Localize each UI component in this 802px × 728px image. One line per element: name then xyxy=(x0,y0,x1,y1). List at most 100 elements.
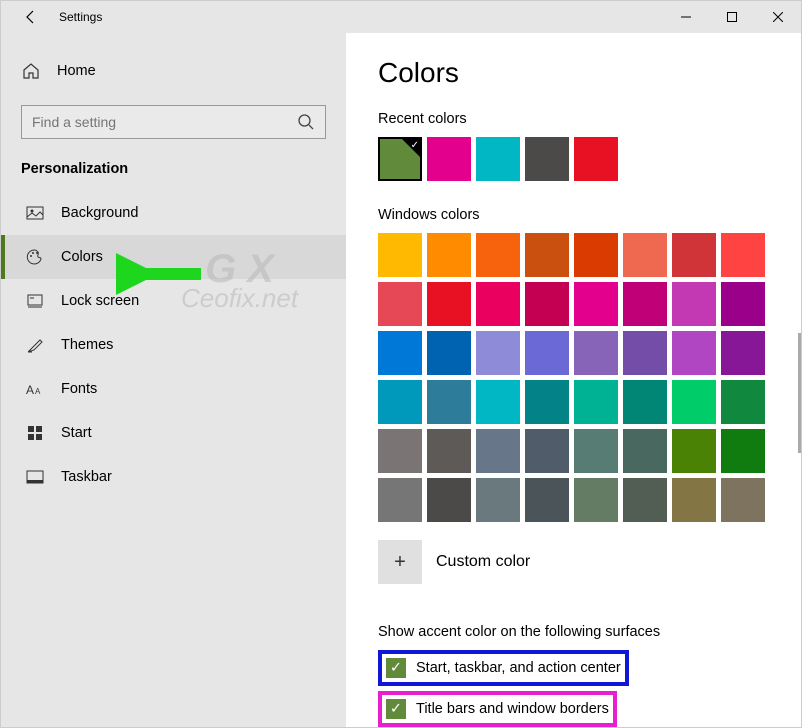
sidebar: Home Personalization Background Colors Loc… xyxy=(1,33,346,727)
color-swatch[interactable] xyxy=(525,478,569,522)
arrow-left-icon xyxy=(23,9,39,25)
sidebar-item-label: Colors xyxy=(61,249,103,265)
recent-color-swatch[interactable] xyxy=(476,137,520,181)
sidebar-item-label: Lock screen xyxy=(61,293,139,309)
search-box[interactable] xyxy=(21,105,326,139)
checkbox-icon: ✓ xyxy=(386,699,406,719)
sidebar-item-label: Background xyxy=(61,205,138,221)
svg-text:A: A xyxy=(35,387,41,396)
color-swatch[interactable] xyxy=(525,282,569,326)
color-swatch[interactable] xyxy=(623,429,667,473)
recent-color-swatch[interactable] xyxy=(427,137,471,181)
sidebar-item-label: Start xyxy=(61,425,92,441)
color-swatch[interactable] xyxy=(574,478,618,522)
color-swatch[interactable] xyxy=(574,233,618,277)
custom-color-label: Custom color xyxy=(436,553,530,571)
color-swatch[interactable] xyxy=(574,331,618,375)
color-swatch[interactable] xyxy=(378,478,422,522)
image-icon xyxy=(25,203,45,223)
home-button[interactable]: Home xyxy=(1,55,346,87)
surface-checkbox-0[interactable]: ✓ Start, taskbar, and action center xyxy=(378,650,629,686)
svg-text:A: A xyxy=(26,383,34,396)
close-button[interactable] xyxy=(755,1,801,33)
color-swatch[interactable] xyxy=(427,233,471,277)
minimize-icon xyxy=(681,12,691,22)
color-swatch[interactable] xyxy=(378,282,422,326)
color-swatch[interactable] xyxy=(721,282,765,326)
color-swatch[interactable] xyxy=(672,233,716,277)
color-swatch[interactable] xyxy=(525,429,569,473)
sidebar-item-colors[interactable]: Colors xyxy=(1,235,346,279)
color-swatch[interactable] xyxy=(721,429,765,473)
recent-color-swatch[interactable]: ✓ xyxy=(378,137,422,181)
color-swatch[interactable] xyxy=(476,478,520,522)
sidebar-item-label: Taskbar xyxy=(61,469,112,485)
color-swatch[interactable] xyxy=(574,282,618,326)
color-swatch[interactable] xyxy=(721,331,765,375)
color-swatch[interactable] xyxy=(476,282,520,326)
color-swatch[interactable] xyxy=(623,331,667,375)
color-swatch[interactable] xyxy=(574,380,618,424)
sidebar-item-label: Themes xyxy=(61,337,113,353)
sidebar-item-themes[interactable]: Themes xyxy=(1,323,346,367)
color-swatch[interactable] xyxy=(427,429,471,473)
color-swatch[interactable] xyxy=(721,478,765,522)
color-swatch[interactable] xyxy=(525,233,569,277)
sidebar-item-fonts[interactable]: AA Fonts xyxy=(1,367,346,411)
checkbox-icon: ✓ xyxy=(386,658,406,678)
color-swatch[interactable] xyxy=(672,429,716,473)
scrollbar[interactable] xyxy=(798,333,801,453)
color-swatch[interactable] xyxy=(672,331,716,375)
windows-colors-grid xyxy=(378,233,801,522)
color-swatch[interactable] xyxy=(378,331,422,375)
color-swatch[interactable] xyxy=(721,233,765,277)
section-title: Personalization xyxy=(1,151,346,191)
back-button[interactable] xyxy=(15,1,47,33)
main-panel: Colors Recent colors ✓ Windows colors + … xyxy=(346,33,801,727)
search-input[interactable] xyxy=(32,114,297,130)
color-swatch[interactable] xyxy=(427,331,471,375)
color-swatch[interactable] xyxy=(427,282,471,326)
sidebar-item-lock-screen[interactable]: Lock screen xyxy=(1,279,346,323)
surface-option-label: Start, taskbar, and action center xyxy=(416,660,621,676)
color-swatch[interactable] xyxy=(721,380,765,424)
color-swatch[interactable] xyxy=(378,233,422,277)
color-swatch[interactable] xyxy=(378,429,422,473)
color-swatch[interactable] xyxy=(476,429,520,473)
surface-checkbox-1[interactable]: ✓ Title bars and window borders xyxy=(378,691,617,727)
color-swatch[interactable] xyxy=(623,282,667,326)
color-swatch[interactable] xyxy=(476,380,520,424)
recent-colors-row: ✓ xyxy=(378,137,801,181)
windows-colors-label: Windows colors xyxy=(378,207,801,223)
sidebar-item-label: Fonts xyxy=(61,381,97,397)
plus-icon: + xyxy=(378,540,422,584)
sidebar-item-taskbar[interactable]: Taskbar xyxy=(1,455,346,499)
maximize-button[interactable] xyxy=(709,1,755,33)
color-swatch[interactable] xyxy=(476,233,520,277)
color-swatch[interactable] xyxy=(623,478,667,522)
color-swatch[interactable] xyxy=(672,282,716,326)
color-swatch[interactable] xyxy=(476,331,520,375)
sidebar-item-background[interactable]: Background xyxy=(1,191,346,235)
font-icon: AA xyxy=(25,379,45,399)
color-swatch[interactable] xyxy=(427,478,471,522)
color-swatch[interactable] xyxy=(525,380,569,424)
color-swatch[interactable] xyxy=(672,380,716,424)
taskbar-icon xyxy=(25,467,45,487)
surface-option-label: Title bars and window borders xyxy=(416,701,609,717)
recent-color-swatch[interactable] xyxy=(574,137,618,181)
color-swatch[interactable] xyxy=(574,429,618,473)
minimize-button[interactable] xyxy=(663,1,709,33)
color-swatch[interactable] xyxy=(525,331,569,375)
page-heading: Colors xyxy=(378,57,801,89)
color-swatch[interactable] xyxy=(623,233,667,277)
color-swatch[interactable] xyxy=(623,380,667,424)
window-title: Settings xyxy=(59,10,102,24)
checkmark-icon: ✓ xyxy=(411,140,419,151)
color-swatch[interactable] xyxy=(427,380,471,424)
color-swatch[interactable] xyxy=(378,380,422,424)
recent-color-swatch[interactable] xyxy=(525,137,569,181)
color-swatch[interactable] xyxy=(672,478,716,522)
sidebar-item-start[interactable]: Start xyxy=(1,411,346,455)
custom-color-button[interactable]: + Custom color xyxy=(378,540,801,584)
